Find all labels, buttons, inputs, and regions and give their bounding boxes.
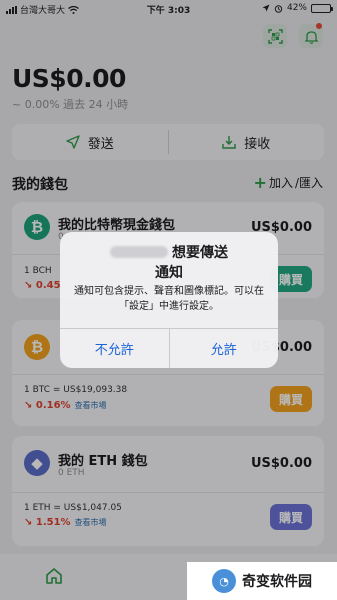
notification-permission-alert: 想要傳送 通知 通知可包含提示、聲音和圖像標記。可以在「設定」中進行設定。 不允…	[60, 232, 278, 368]
watermark-logo-icon: ◔	[212, 569, 236, 593]
alert-title: 想要傳送	[60, 242, 278, 262]
alert-buttons: 不允許 允許	[60, 328, 278, 368]
alert-title-second-line: 通知	[155, 265, 183, 281]
deny-button[interactable]: 不允許	[60, 329, 169, 368]
redacted-app-name	[110, 246, 168, 258]
alert-title-text: 想要傳送	[172, 245, 228, 261]
site-watermark: ◔ 奇变软件园	[187, 562, 337, 600]
allow-button[interactable]: 允許	[168, 329, 279, 368]
alert-message: 通知可包含提示、聲音和圖像標記。可以在「設定」中進行設定。	[74, 286, 264, 312]
watermark-text: 奇变软件园	[242, 574, 312, 590]
